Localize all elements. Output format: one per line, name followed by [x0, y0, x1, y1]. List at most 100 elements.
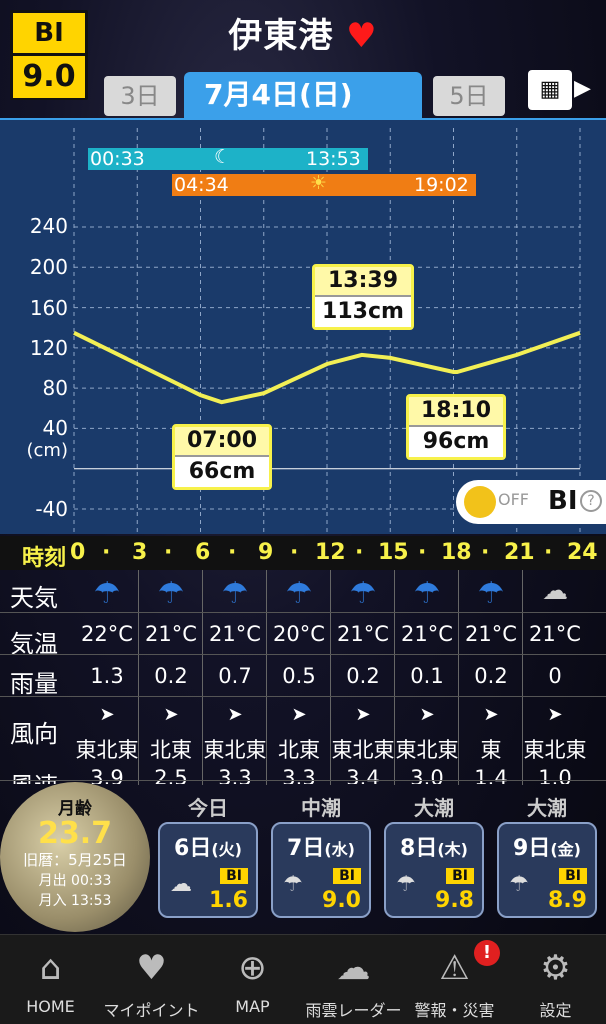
- wind-direction: 東北東: [75, 738, 139, 762]
- moon-age-panel: 月齢 23.7 旧暦：5月25日 月出 00:33 月入 13:53: [0, 782, 150, 932]
- day-date: 8日(木): [386, 830, 482, 862]
- wind-arrow-icon: ➤: [355, 704, 371, 725]
- day-card[interactable]: 6日(火) ☁ BI 1.6: [158, 822, 258, 918]
- hour-tick: 15: [378, 540, 409, 565]
- calendar-arrow-icon[interactable]: ▶: [574, 76, 591, 101]
- hour-tick: 24: [567, 540, 598, 565]
- wind-speed: 3.3: [218, 766, 252, 784]
- moon-icon: ☾: [214, 146, 232, 168]
- callout-level: 96cm: [409, 427, 503, 457]
- tab-settings[interactable]: ⚙ 設定: [505, 935, 606, 1024]
- temperature: 21°C: [401, 622, 453, 646]
- hour-dot: ·: [102, 540, 111, 565]
- cloud-icon: ☁: [542, 576, 568, 606]
- bi-value: 9.0: [13, 53, 85, 98]
- wind-arrow-icon: ➤: [291, 704, 307, 725]
- tab-label: MAP: [235, 997, 270, 1016]
- hour-tick: 18: [441, 540, 472, 565]
- wind-direction: 東北東: [395, 738, 459, 762]
- hour-tick: 12: [315, 540, 346, 565]
- tab-map[interactable]: ⊕ MAP: [202, 935, 303, 1024]
- day-card[interactable]: 8日(木) ☂ BI 9.8: [384, 822, 484, 918]
- wind-arrow-icon: ➤: [99, 704, 115, 725]
- date: 6日: [174, 836, 212, 861]
- bi-label: BI: [559, 868, 587, 884]
- moon-set-time: 13:53: [306, 148, 361, 170]
- callout-time: 07:00: [175, 427, 269, 457]
- wind-speed: 1.0: [538, 766, 572, 784]
- moon-rise-time: 00:33: [90, 148, 145, 170]
- wind-direction: 東北東: [523, 738, 587, 762]
- temperature: 21°C: [145, 622, 197, 646]
- day-date: 7日(水): [273, 830, 369, 862]
- rain-row-label: 雨量: [10, 670, 58, 698]
- evening-tide-callout: 18:10 96cm: [406, 394, 506, 460]
- rainfall: 0.2: [346, 664, 380, 688]
- gear-icon: ⚙: [540, 948, 571, 988]
- lunar-date: 旧暦：5月25日: [23, 851, 127, 869]
- hours-label: 時刻: [22, 546, 67, 571]
- column-divider: [202, 570, 203, 785]
- day-date: 9日(金): [499, 830, 595, 862]
- umbrella-icon: ☂: [157, 576, 185, 611]
- column-divider: [394, 570, 395, 785]
- weather-icon: ☁: [170, 872, 192, 897]
- tab-home[interactable]: ⌂ HOME: [0, 935, 101, 1024]
- y-tick: 240: [29, 214, 68, 238]
- moon-age: 23.7: [37, 816, 113, 851]
- help-icon[interactable]: ?: [580, 490, 602, 512]
- calendar-icon[interactable]: ▦: [528, 70, 572, 110]
- tab-label: マイポイント: [103, 1001, 200, 1020]
- hour-tick: 9: [258, 540, 274, 565]
- hour-tick: 6: [195, 540, 211, 565]
- bi-value: 1.6: [209, 888, 248, 913]
- weather-icon: ☂: [509, 872, 529, 897]
- temperature: 22°C: [81, 622, 133, 646]
- hour-dot: ·: [544, 540, 553, 565]
- wind-arrow-icon: ➤: [547, 704, 563, 725]
- tab-rain-radar[interactable]: ☁ 雨雲レーダー: [303, 935, 404, 1024]
- tide-label: 中潮: [301, 796, 341, 820]
- favorite-heart-icon[interactable]: ♥: [346, 16, 377, 56]
- weather-row-label: 天気: [10, 584, 58, 612]
- home-icon: ⌂: [39, 948, 62, 988]
- temperature: 21°C: [209, 622, 261, 646]
- bi-toggle[interactable]: OFF BI ?: [456, 480, 606, 524]
- high-tide-callout: 13:39 113cm: [312, 264, 414, 330]
- temperature: 21°C: [529, 622, 581, 646]
- y-unit-label: (cm): [26, 440, 68, 461]
- prev-day-button[interactable]: 3日: [104, 76, 176, 116]
- tide-label: 今日: [188, 796, 228, 820]
- callout-level: 113cm: [315, 297, 411, 327]
- rainfall: 1.3: [90, 664, 124, 688]
- rain-cloud-icon: ☁: [336, 948, 371, 988]
- date: 8日: [400, 836, 438, 861]
- current-date: 7月4日(日): [204, 78, 353, 111]
- tab-my-point[interactable]: ♥ マイポイント: [101, 935, 202, 1024]
- notification-badge: !: [474, 940, 500, 966]
- wind-direction-label: 風向: [10, 720, 58, 748]
- y-tick: 40: [42, 416, 68, 440]
- day-card[interactable]: 7日(水) ☂ BI 9.0: [271, 822, 371, 918]
- toggle-knob[interactable]: [464, 486, 496, 518]
- weather-icon: ☂: [283, 872, 303, 897]
- callout-level: 66cm: [175, 457, 269, 487]
- hour-dot: ·: [228, 540, 237, 565]
- row-divider: [0, 654, 606, 655]
- tab-label: HOME: [26, 997, 75, 1016]
- next-day-button[interactable]: 5日: [433, 76, 505, 116]
- wind-speed: 3.4: [346, 766, 380, 784]
- current-date-tab: 7月4日(日)長潮: [184, 72, 422, 158]
- column-divider: [330, 570, 331, 785]
- weather-icon: ☂: [396, 872, 416, 897]
- location-name: 伊東港: [228, 16, 334, 56]
- date: 9日: [513, 836, 551, 861]
- day-card[interactable]: 9日(金) ☂ BI 8.9: [497, 822, 597, 918]
- hour-dot: ·: [418, 540, 427, 565]
- moonrise: 月出 00:33: [38, 873, 112, 889]
- y-tick: 160: [29, 296, 68, 320]
- tab-label: 設定: [539, 1001, 572, 1020]
- wind-speed: 1.4: [474, 766, 508, 784]
- bi-value: 9.8: [435, 888, 474, 913]
- page-title: 伊東港 ♥: [0, 8, 606, 57]
